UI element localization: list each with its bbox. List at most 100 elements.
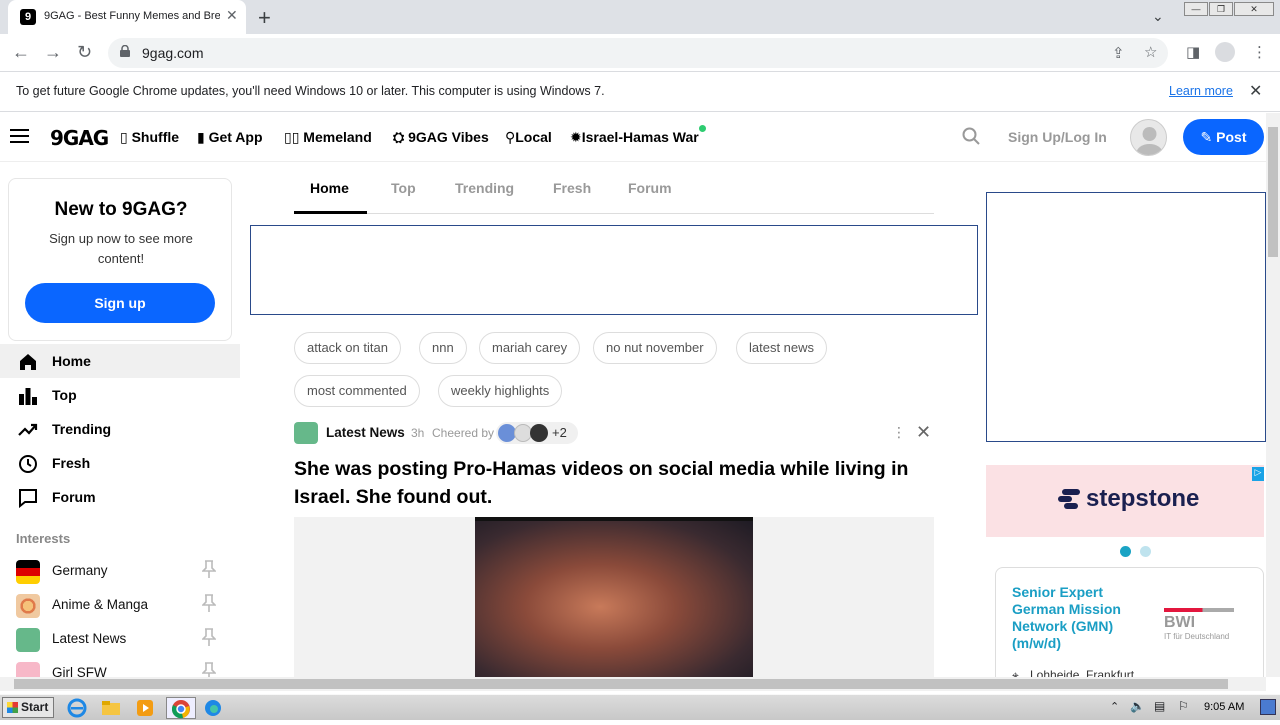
sign-up-button[interactable]: Sign up bbox=[25, 283, 215, 323]
nav-get-app[interactable]: ▮ Get App bbox=[197, 129, 263, 146]
new-tab-icon[interactable]: + bbox=[258, 5, 271, 31]
sidebar-item-fresh[interactable]: Fresh bbox=[0, 446, 240, 480]
company-logo: BWI IT für Deutschland bbox=[1164, 608, 1234, 641]
pin-icon[interactable] bbox=[202, 560, 216, 578]
tag-chip[interactable]: mariah carey bbox=[479, 332, 581, 364]
site-logo[interactable]: 9GAG bbox=[50, 126, 109, 150]
tag-chip[interactable]: most commented bbox=[294, 375, 420, 407]
pencil-icon: ✎ bbox=[1200, 129, 1217, 145]
pin-icon[interactable] bbox=[202, 662, 216, 677]
browser-tab[interactable]: 9 9GAG - Best Funny Memes and Breaking N… bbox=[8, 0, 246, 34]
back-arrow-icon[interactable]: ← bbox=[12, 42, 30, 63]
chrome-taskbar-icon[interactable] bbox=[166, 697, 196, 719]
taskbar-clock[interactable]: 9:05 AM bbox=[1204, 701, 1244, 713]
interest-germany[interactable]: Germany bbox=[0, 554, 240, 588]
learn-more-link[interactable]: Learn more bbox=[1169, 84, 1233, 98]
pin-icon[interactable] bbox=[202, 594, 216, 612]
internet-explorer-icon[interactable] bbox=[66, 697, 96, 719]
forward-arrow-icon[interactable]: → bbox=[44, 42, 62, 63]
sidebar-item-forum[interactable]: Forum bbox=[0, 480, 240, 514]
close-window-button[interactable]: ✕ bbox=[1234, 2, 1274, 16]
anime-manga-icon bbox=[16, 594, 40, 618]
post-video[interactable] bbox=[475, 517, 753, 677]
infobar-close-icon[interactable]: ✕ bbox=[1249, 81, 1262, 101]
minimize-window-button[interactable]: — bbox=[1184, 2, 1208, 16]
post-title[interactable]: She was posting Pro-Hamas videos on soci… bbox=[294, 455, 934, 511]
dismiss-post-icon[interactable]: ✕ bbox=[916, 422, 931, 443]
hamburger-menu-icon[interactable] bbox=[10, 129, 29, 143]
address-bar[interactable]: 9gag.com ⇪ ☆ bbox=[108, 38, 1168, 68]
browser-toolbar: ← → ↻ 9gag.com ⇪ ☆ ◨ ⋮ bbox=[0, 34, 1280, 72]
post-button[interactable]: ✎ Post bbox=[1183, 119, 1264, 155]
trending-icon bbox=[18, 423, 38, 436]
horizontal-scrollbar[interactable] bbox=[0, 677, 1266, 691]
stepstone-ad[interactable]: stepstone ▷ Senior Expert German Mission… bbox=[986, 465, 1264, 677]
sign-up-log-in-link[interactable]: Sign Up/Log In bbox=[1008, 129, 1107, 145]
speaker-icon[interactable]: 🔈 bbox=[1130, 699, 1145, 713]
sidebar-item-top[interactable]: Top bbox=[0, 378, 240, 412]
media-player-icon[interactable] bbox=[134, 697, 164, 719]
avatar bbox=[530, 424, 548, 442]
interest-girl-sfw[interactable]: Girl SFW bbox=[0, 656, 240, 677]
vertical-scrollbar[interactable] bbox=[1266, 113, 1280, 677]
stepstone-logo: stepstone bbox=[1086, 485, 1200, 512]
cheer-more-count: +2 bbox=[552, 425, 567, 440]
nav-shuffle[interactable]: ▯ Shuffle bbox=[120, 129, 179, 146]
signup-promo-card: New to 9GAG? Sign up now to see more con… bbox=[8, 178, 232, 341]
avatar[interactable] bbox=[1130, 119, 1167, 156]
interest-anime-manga[interactable]: Anime & Manga bbox=[0, 588, 240, 622]
tray-expand-icon[interactable]: ⌃ bbox=[1110, 700, 1119, 713]
profile-icon[interactable] bbox=[1215, 42, 1235, 62]
tag-chip[interactable]: attack on titan bbox=[294, 332, 401, 364]
tab-forum[interactable]: Forum bbox=[628, 180, 672, 196]
carousel-dot[interactable] bbox=[1140, 546, 1151, 557]
adchoices-icon[interactable]: ▷ bbox=[1252, 467, 1264, 481]
job-card[interactable]: Senior Expert German Mission Network (GM… bbox=[995, 567, 1264, 677]
sidebar-item-label: Home bbox=[52, 353, 91, 369]
tag-chip[interactable]: no nut november bbox=[593, 332, 717, 364]
chrome-menu-icon[interactable]: ⋮ bbox=[1252, 43, 1267, 61]
search-icon[interactable] bbox=[962, 127, 980, 145]
tab-trending[interactable]: Trending bbox=[455, 180, 514, 196]
sidebar-item-trending[interactable]: Trending bbox=[0, 412, 240, 446]
reload-icon[interactable]: ↻ bbox=[77, 42, 92, 63]
more-options-icon[interactable]: ⋮ bbox=[892, 424, 906, 441]
cheerers-avatars[interactable]: +2 bbox=[496, 422, 578, 444]
nav-local[interactable]: ⚲Local bbox=[505, 129, 552, 146]
sidebar-item-home[interactable]: Home bbox=[0, 344, 240, 378]
edge-icon[interactable] bbox=[202, 697, 232, 719]
job-title: Senior Expert German Mission Network (GM… bbox=[1012, 584, 1121, 651]
tab-top[interactable]: Top bbox=[391, 180, 416, 196]
latest-news-icon[interactable] bbox=[294, 422, 318, 444]
tab-home[interactable]: Home bbox=[310, 180, 349, 196]
tag-chip[interactable]: nnn bbox=[419, 332, 467, 364]
tag-chip[interactable]: weekly highlights bbox=[438, 375, 563, 407]
infobar-message: To get future Google Chrome updates, you… bbox=[16, 84, 605, 98]
tab-close-icon[interactable]: ✕ bbox=[226, 7, 238, 24]
9gag-favicon-icon: 9 bbox=[20, 9, 36, 25]
post-section-name[interactable]: Latest News bbox=[326, 425, 405, 440]
show-desktop-icon[interactable] bbox=[1260, 699, 1276, 715]
nav-memeland[interactable]: ▯▯ Memeland bbox=[284, 129, 372, 146]
interest-latest-news[interactable]: Latest News bbox=[0, 622, 240, 656]
tab-fresh[interactable]: Fresh bbox=[553, 180, 591, 196]
nav-israel-hamas-war[interactable]: ✹Israel-Hamas War bbox=[570, 129, 699, 146]
action-center-flag-icon[interactable]: ⚐ bbox=[1178, 699, 1189, 713]
tag-chip[interactable]: latest news bbox=[736, 332, 828, 364]
lips-icon bbox=[16, 662, 40, 677]
start-button[interactable]: Start bbox=[2, 697, 54, 718]
nav-9gag-vibes[interactable]: ⛭ 9GAG Vibes bbox=[393, 129, 489, 146]
share-icon[interactable]: ⇪ bbox=[1112, 44, 1125, 62]
side-panel-icon[interactable]: ◨ bbox=[1186, 43, 1200, 61]
carousel-dot-active[interactable] bbox=[1120, 546, 1131, 557]
pin-icon[interactable] bbox=[202, 628, 216, 646]
restore-window-button[interactable]: ❐ bbox=[1209, 2, 1233, 16]
tab-search-chevron-icon[interactable]: ⌄ bbox=[1152, 8, 1164, 25]
bookmark-star-icon[interactable]: ☆ bbox=[1144, 43, 1157, 61]
sidebar-item-label: Forum bbox=[52, 489, 96, 505]
file-explorer-icon[interactable] bbox=[100, 697, 130, 719]
bar-chart-icon bbox=[19, 388, 37, 405]
vertical-scroll-thumb[interactable] bbox=[1268, 127, 1278, 257]
horizontal-scroll-thumb[interactable] bbox=[14, 679, 1228, 689]
network-icon[interactable]: ▤ bbox=[1154, 699, 1165, 713]
